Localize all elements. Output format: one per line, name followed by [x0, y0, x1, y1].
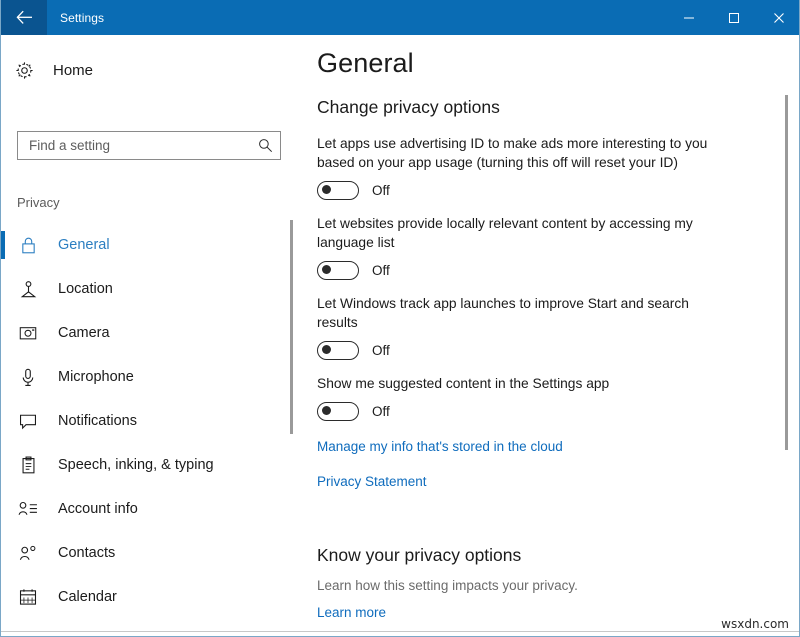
selection-accent-bar — [1, 319, 5, 347]
sidebar-item-notifications[interactable]: Notifications — [1, 399, 301, 443]
learn-more-link[interactable]: Learn more — [317, 605, 386, 620]
selection-accent-bar — [1, 495, 5, 523]
sidebar-scrollbar-thumb[interactable] — [290, 220, 293, 434]
sidebar-item-calendar[interactable]: Calendar — [1, 575, 301, 619]
search-input[interactable] — [18, 138, 250, 153]
sidebar-item-label: Calendar — [58, 589, 117, 605]
toggle-row: Off — [317, 261, 717, 280]
gear-icon — [15, 61, 41, 80]
sidebar-item-speech-inking-typing[interactable]: Speech, inking, & typing — [1, 443, 301, 487]
selection-accent-bar — [1, 275, 5, 303]
suggested-content-toggle[interactable] — [317, 402, 359, 421]
window-title: Settings — [60, 11, 104, 25]
toggle-state-label: Off — [372, 343, 390, 358]
bottom-bar — [1, 631, 800, 636]
calendar-icon — [17, 586, 39, 608]
sidebar-nav-list: General Location — [1, 223, 301, 637]
selection-accent-bar — [1, 363, 5, 391]
search-box[interactable] — [17, 131, 281, 160]
microphone-icon — [17, 366, 39, 388]
manage-cloud-info-link[interactable]: Manage my info that's stored in the clou… — [317, 439, 563, 454]
selection-accent-bar — [1, 231, 5, 259]
sidebar-category-label: Privacy — [17, 195, 60, 210]
minimize-button[interactable] — [666, 0, 711, 35]
contacts-icon — [17, 542, 39, 564]
sidebar-item-location[interactable]: Location — [1, 267, 301, 311]
sidebar-item-camera[interactable]: Camera — [1, 311, 301, 355]
toggle-knob — [322, 185, 331, 194]
toggle-state-label: Off — [372, 183, 390, 198]
toggle-state-label: Off — [372, 263, 390, 278]
selection-accent-bar — [1, 583, 5, 611]
setting-suggested-content: Show me suggested content in the Setting… — [317, 374, 717, 421]
sidebar-home-label: Home — [53, 62, 93, 79]
location-pin-icon — [17, 278, 39, 300]
page-title: General — [317, 48, 414, 79]
know-section-subtitle: Learn how this setting impacts your priv… — [317, 578, 747, 593]
know-section-title: Know your privacy options — [317, 545, 747, 566]
main-content: General Change privacy options Let apps … — [301, 35, 799, 635]
sidebar-item-home[interactable]: Home — [15, 56, 93, 84]
back-arrow-icon — [16, 10, 33, 25]
toggle-knob — [322, 406, 331, 415]
maximize-button[interactable] — [711, 0, 756, 35]
sidebar-item-account-info[interactable]: Account info — [1, 487, 301, 531]
setting-language-list: Let websites provide locally relevant co… — [317, 214, 717, 280]
privacy-settings-list: Let apps use advertising ID to make ads … — [317, 134, 717, 491]
section-title: Change privacy options — [317, 97, 500, 118]
account-info-icon — [17, 498, 39, 520]
sidebar-item-label: Account info — [58, 501, 138, 517]
setting-app-launch-tracking: Let Windows track app launches to improv… — [317, 294, 717, 360]
title-bar: Settings — [1, 0, 800, 35]
clipboard-icon — [17, 454, 39, 476]
toggle-knob — [322, 345, 331, 354]
privacy-statement-link[interactable]: Privacy Statement — [317, 474, 427, 489]
sidebar-item-microphone[interactable]: Microphone — [1, 355, 301, 399]
minimize-icon — [683, 12, 695, 24]
main-scrollbar-thumb[interactable] — [785, 95, 788, 450]
notification-icon — [17, 410, 39, 432]
app-launch-tracking-toggle[interactable] — [317, 341, 359, 360]
maximize-icon — [728, 12, 740, 24]
setting-description: Let Windows track app launches to improv… — [317, 294, 712, 332]
search-icon[interactable] — [250, 138, 280, 153]
window-controls — [666, 0, 800, 35]
sidebar: Home Privacy General — [1, 35, 301, 637]
settings-window: Settings — [0, 0, 800, 637]
sidebar-item-contacts[interactable]: Contacts — [1, 531, 301, 575]
camera-icon — [17, 322, 39, 344]
setting-description: Let apps use advertising ID to make ads … — [317, 134, 712, 172]
selection-accent-bar — [1, 539, 5, 567]
toggle-state-label: Off — [372, 404, 390, 419]
setting-description: Let websites provide locally relevant co… — [317, 214, 712, 252]
selection-accent-bar — [1, 407, 5, 435]
sidebar-item-label: Notifications — [58, 413, 137, 429]
toggle-row: Off — [317, 181, 717, 200]
setting-description: Show me suggested content in the Setting… — [317, 374, 712, 393]
know-your-privacy-options-section: Know your privacy options Learn how this… — [317, 545, 747, 622]
close-icon — [773, 12, 785, 24]
selection-accent-bar — [1, 451, 5, 479]
toggle-row: Off — [317, 341, 717, 360]
sidebar-item-label: Speech, inking, & typing — [58, 457, 214, 473]
sidebar-item-label: General — [58, 237, 110, 253]
sidebar-item-general[interactable]: General — [1, 223, 301, 267]
manage-cloud-info-link-row: Manage my info that's stored in the clou… — [317, 438, 717, 456]
advertising-id-toggle[interactable] — [317, 181, 359, 200]
sidebar-item-label: Location — [58, 281, 113, 297]
back-button[interactable] — [1, 0, 47, 35]
toggle-row: Off — [317, 402, 717, 421]
privacy-statement-link-row: Privacy Statement — [317, 473, 717, 491]
setting-advertising-id: Let apps use advertising ID to make ads … — [317, 134, 717, 200]
sidebar-item-label: Camera — [58, 325, 110, 341]
watermark: wsxdn.com — [721, 617, 789, 631]
sidebar-item-label: Contacts — [58, 545, 115, 561]
close-button[interactable] — [756, 0, 800, 35]
toggle-knob — [322, 265, 331, 274]
language-list-toggle[interactable] — [317, 261, 359, 280]
lock-icon — [17, 234, 39, 256]
sidebar-item-label: Microphone — [58, 369, 134, 385]
